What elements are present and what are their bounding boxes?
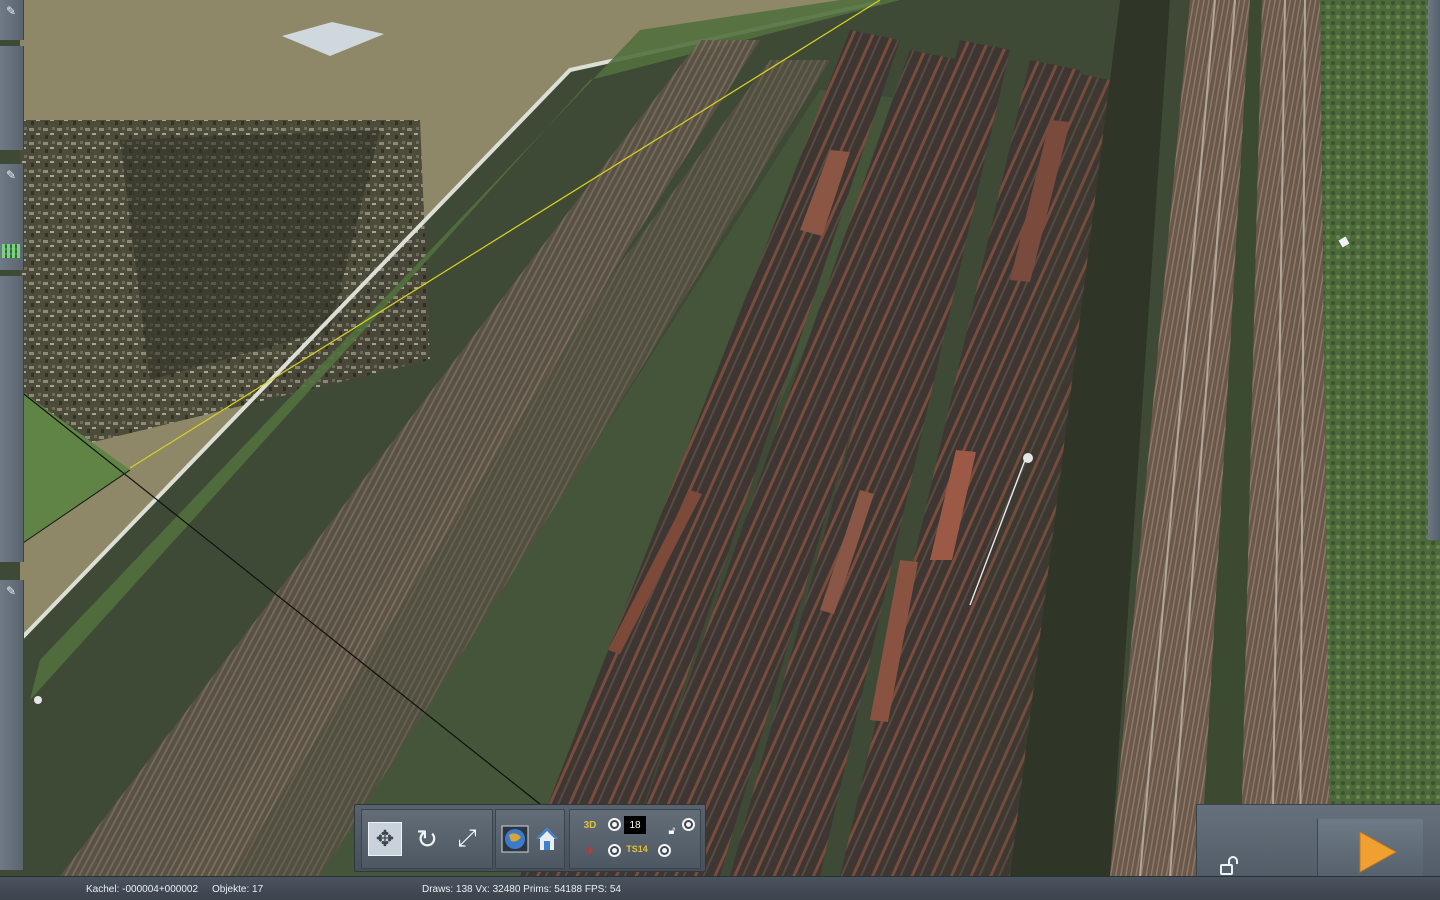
terrain-scene (0, 0, 1440, 876)
left-panel-collapsed-5[interactable]: ✎ (0, 580, 24, 870)
left-panel-collapsed-3[interactable]: ✎ (0, 164, 24, 270)
satellite-3d-viewport[interactable] (0, 0, 1440, 876)
globe-icon[interactable] (498, 822, 532, 856)
counter-box[interactable]: 18 (624, 816, 646, 834)
navigation-group (495, 809, 565, 869)
train-radio[interactable] (608, 844, 621, 857)
status-bar: Kachel: -000004+000002 Objekte: 17 Draws… (0, 876, 1440, 900)
grid-icon[interactable] (2, 244, 20, 258)
object-count: Objekte: 17 (212, 884, 264, 895)
view-tools-group: ✥ ↻ ⤢ (361, 809, 493, 869)
layers-group: 3D 18 🔓︎ ✈ TS14 (569, 809, 701, 869)
left-panel-collapsed-4[interactable] (0, 276, 24, 562)
tile-coordinate: Kachel: -000004+000002 (86, 884, 199, 895)
layer-3d-radio[interactable] (608, 818, 621, 831)
lock-icon[interactable]: 🔓︎ (662, 822, 682, 840)
right-panel-collapsed[interactable] (1428, 0, 1440, 540)
left-panel-collapsed-1[interactable]: ✎ (0, 0, 24, 40)
lock-radio[interactable] (682, 818, 695, 831)
unlock-icon[interactable] (1218, 856, 1240, 876)
pin-icon[interactable]: ✎ (3, 4, 19, 18)
bottom-toolbar: ✥ ↻ ⤢ 3D 18 🔓︎ ✈ TS14 (354, 804, 706, 872)
pin-icon[interactable]: ✎ (3, 168, 19, 182)
expand-arrows-icon[interactable]: ✥ (368, 822, 402, 856)
play-icon[interactable] (1352, 828, 1400, 876)
ts-layer-icon[interactable]: TS14 (624, 840, 650, 858)
layer-3d-icon[interactable]: 3D (580, 816, 600, 834)
left-panel-collapsed-2[interactable] (0, 46, 24, 150)
home-icon[interactable] (530, 822, 564, 856)
render-stats: Draws: 138 Vx: 32480 Prims: 54188 FPS: 5… (422, 884, 621, 895)
ts-radio[interactable] (658, 844, 671, 857)
resize-arrows-icon[interactable]: ⤢ (450, 822, 484, 856)
rotate-icon[interactable]: ↻ (410, 822, 444, 856)
train-icon[interactable]: ✈ (580, 842, 600, 860)
pin-icon[interactable]: ✎ (3, 584, 19, 598)
